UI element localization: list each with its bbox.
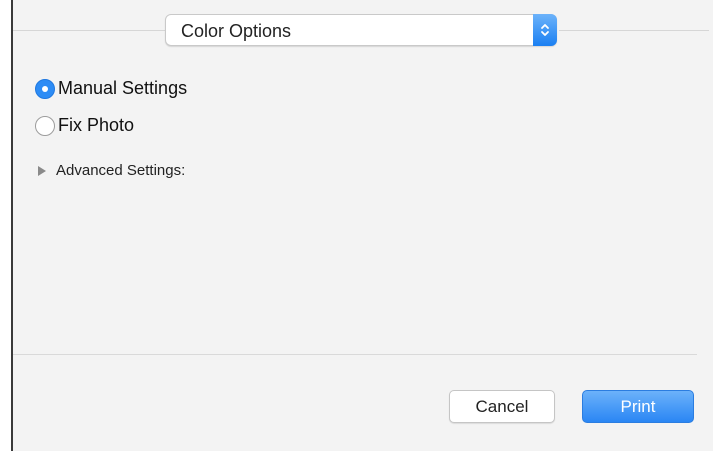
cancel-button[interactable]: Cancel [449,390,555,423]
radio-label-fix-photo: Fix Photo [58,115,135,135]
options-popup-button[interactable]: Color Options [165,14,557,46]
radio-label-manual-settings: Manual Settings [58,78,188,98]
print-dialog: Color Options Manual Settings Fix Photo [0,0,713,451]
radio-button-selected[interactable] [35,79,55,99]
print-button[interactable]: Print [582,390,694,423]
radio-button-unselected[interactable] [35,116,55,136]
divider-left [13,30,165,31]
print-options-panel: Color Options Manual Settings Fix Photo [11,0,713,451]
divider-right [559,30,709,31]
advanced-settings-label: Advanced Settings: [56,162,186,179]
footer-divider [13,354,697,355]
up-down-chevron-icon[interactable] [533,14,557,46]
options-popup-label: Color Options [181,21,292,41]
disclosure-triangle-icon[interactable] [37,164,47,182]
